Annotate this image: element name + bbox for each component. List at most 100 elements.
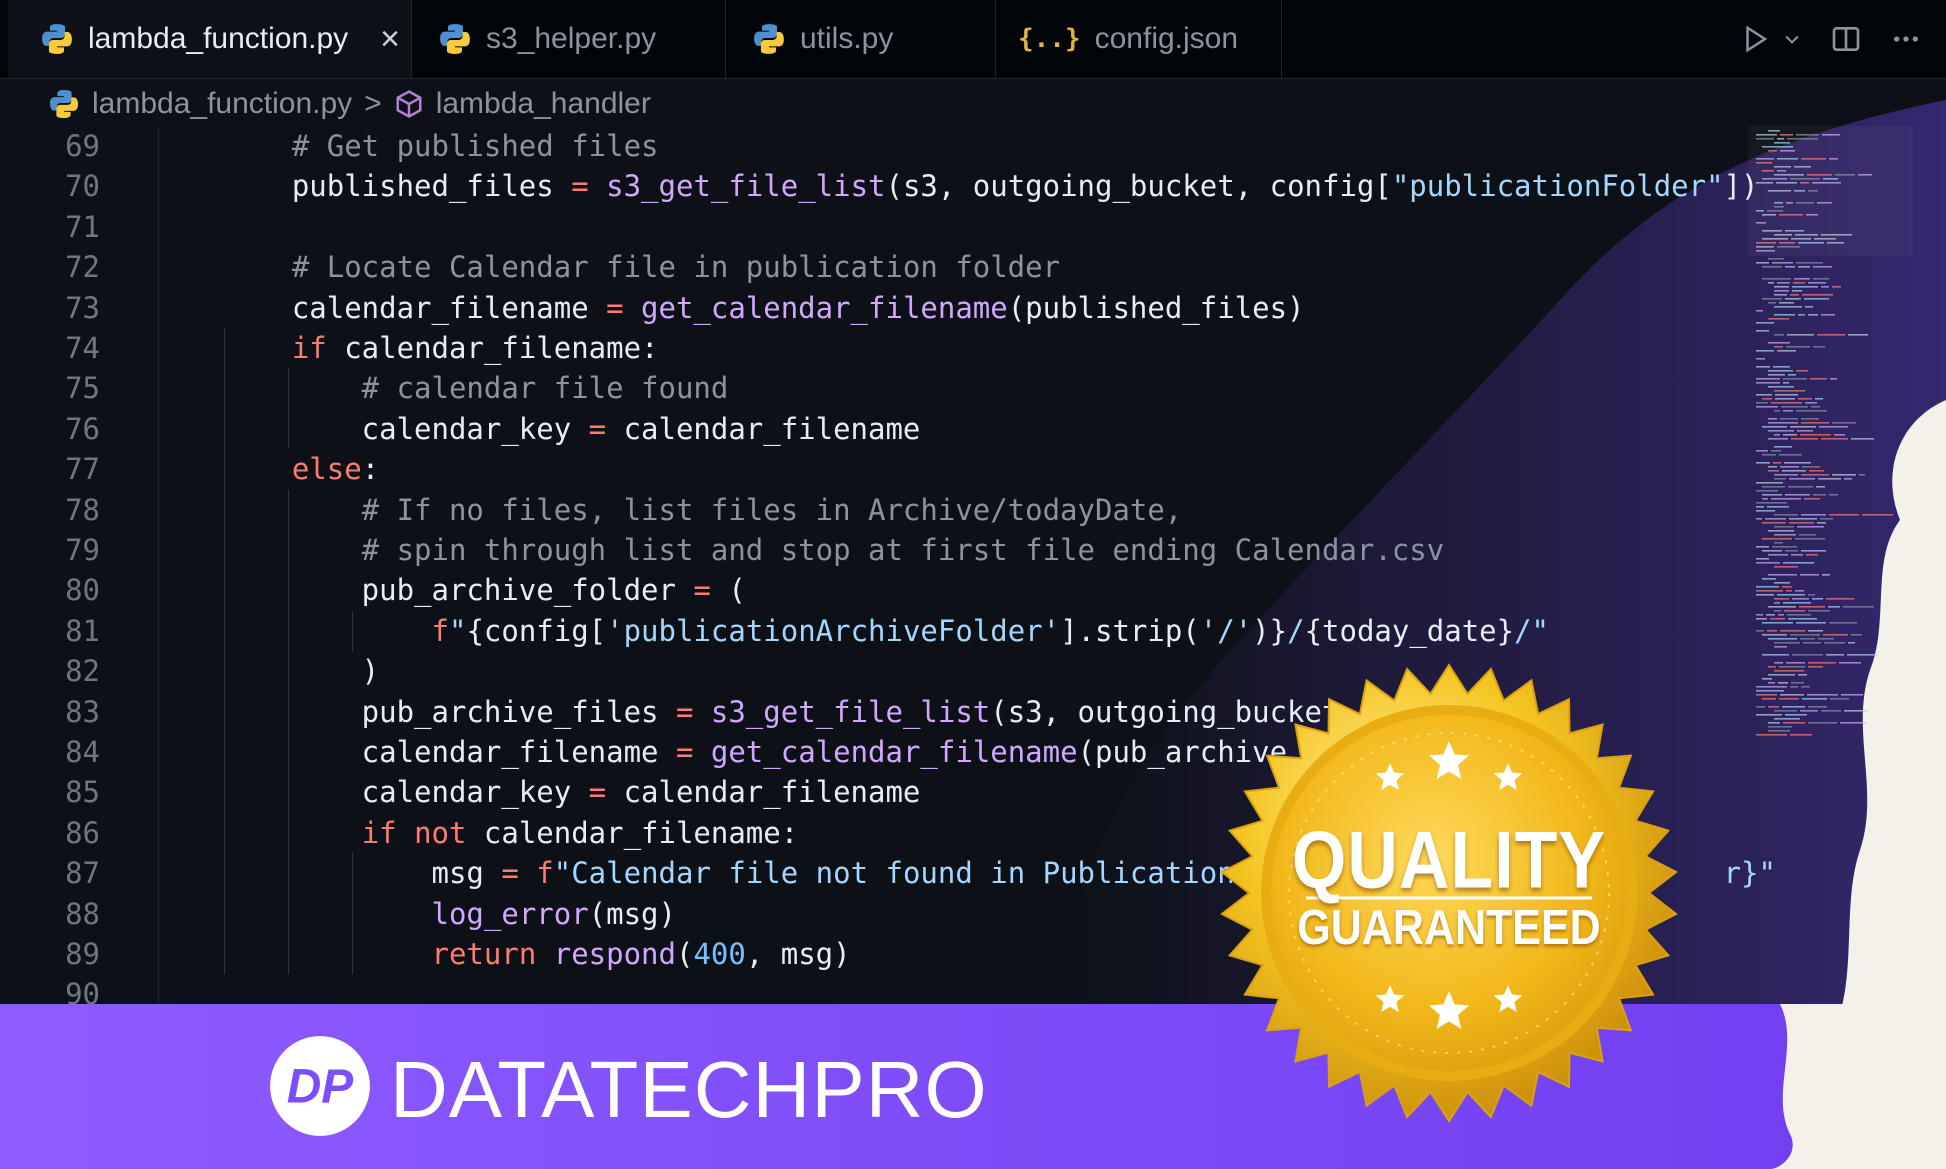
minimap-code-segment	[1790, 634, 1820, 636]
minimap-code-segment	[1768, 418, 1777, 420]
minimap-code-segment	[1756, 614, 1763, 616]
code-token: calendar_key	[222, 775, 589, 810]
minimap-code-segment	[1824, 642, 1845, 644]
minimap-code-segment	[1834, 434, 1845, 436]
code-token: =	[501, 856, 519, 891]
minimap-code-segment	[1841, 694, 1863, 696]
chevron-down-icon[interactable]	[1782, 29, 1802, 49]
code-line[interactable]: 71	[0, 207, 100, 247]
minimap-code-segment	[1801, 418, 1819, 420]
minimap-code-segment	[1779, 666, 1805, 668]
close-icon[interactable]: ×	[380, 20, 400, 59]
line-number: 71	[65, 209, 100, 244]
split-editor-icon[interactable]	[1830, 23, 1862, 55]
minimap-code-segment	[1822, 574, 1830, 576]
code-line[interactable]: 85 calendar_key = calendar_filename	[0, 772, 920, 812]
more-icon[interactable]	[1890, 23, 1922, 55]
minimap-code-segment	[1807, 694, 1838, 696]
minimap-code-segment	[1804, 498, 1820, 500]
code-text: log_error(msg)	[222, 897, 676, 931]
minimap-code-segment	[1801, 514, 1826, 516]
code-token: (s3, outgoing_bucket, config[	[885, 169, 1392, 204]
line-number: 75	[65, 371, 100, 406]
minimap-code-segment	[1821, 710, 1841, 712]
minimap-code-segment	[1774, 478, 1786, 480]
minimap-code-segment	[1829, 622, 1857, 624]
minimap-code-segment	[1774, 306, 1802, 308]
code-line[interactable]: 75 # calendar file found	[0, 368, 728, 408]
minimap-code-segment	[1762, 550, 1782, 552]
minimap-code-segment	[1762, 266, 1782, 268]
minimap[interactable]	[1748, 126, 1913, 746]
brand-name: DATATECHPRO	[390, 1045, 988, 1134]
code-line[interactable]: 74 if calendar_filename:	[0, 328, 658, 368]
code-line[interactable]: 84 calendar_filename = get_calendar_file…	[0, 732, 1409, 772]
minimap-code-segment	[1808, 662, 1836, 664]
code-line[interactable]: 83 pub_archive_files = s3_get_file_list(…	[0, 692, 1479, 732]
minimap-code-segment	[1756, 450, 1768, 452]
minimap-code-segment	[1785, 550, 1798, 552]
minimap-code-segment	[1829, 514, 1859, 516]
code-line[interactable]: 80 pub_archive_folder = (	[0, 570, 746, 610]
code-token: s3_get_file_list	[606, 169, 886, 204]
minimap-code-segment	[1780, 694, 1804, 696]
minimap-code-segment	[1756, 490, 1778, 492]
code-line[interactable]: 81 f"{config['publicationArchiveFolder']…	[0, 611, 1549, 651]
tab-lambda-function[interactable]: lambda_function.py ×	[8, 0, 412, 78]
minimap-code-segment	[1786, 662, 1805, 664]
code-token: =	[675, 694, 694, 729]
code-line[interactable]: 89 return respond(400, msg)	[0, 934, 851, 974]
minimap-code-segment	[1762, 654, 1789, 656]
indent-guide	[288, 489, 289, 975]
minimap-code-segment	[1774, 566, 1798, 568]
minimap-code-segment	[1797, 430, 1813, 432]
breadcrumb-symbol[interactable]: lambda_handler	[436, 87, 651, 121]
minimap-code-segment	[1756, 358, 1765, 360]
code-line[interactable]: 76 calendar_key = calendar_filename	[0, 409, 920, 449]
code-line[interactable]: 77 else:	[0, 449, 379, 489]
code-token: (published_files)	[1007, 290, 1305, 325]
line-number: 85	[65, 775, 100, 810]
code-text: # Locate Calendar file in publication fo…	[222, 250, 1060, 284]
minimap-code-segment	[1791, 438, 1818, 440]
code-token: {config[	[466, 613, 607, 648]
minimap-code-segment	[1783, 382, 1789, 384]
minimap-code-segment	[1782, 586, 1792, 588]
code-line[interactable]: 78 # If no files, list files in Archive/…	[0, 490, 1182, 530]
code-token: # Locate Calendar file in publication fo…	[222, 250, 1061, 285]
minimap-code-segment	[1762, 426, 1787, 428]
json-icon: {..}	[1018, 24, 1081, 54]
minimap-code-segment	[1774, 718, 1800, 720]
run-icon[interactable]	[1740, 24, 1770, 54]
code-line[interactable]: 73 calendar_filename = get_calendar_file…	[0, 288, 1304, 328]
tab-s3-helper[interactable]: s3_helper.py	[412, 0, 726, 78]
minimap-code-segment	[1808, 314, 1818, 316]
minimap-code-segment	[1756, 382, 1780, 384]
minimap-code-segment	[1780, 466, 1799, 468]
code-line[interactable]: 72 # Locate Calendar file in publication…	[0, 247, 1060, 287]
minimap-code-segment	[1804, 298, 1829, 300]
symbol-method-icon	[396, 90, 422, 118]
code-line[interactable]: 88 log_error(msg)	[0, 894, 676, 934]
line-number: 74	[65, 331, 100, 365]
minimap-code-segment	[1773, 366, 1790, 368]
minimap-code-segment	[1806, 554, 1818, 556]
code-line[interactable]: 82 )	[0, 651, 379, 691]
code-line[interactable]: 86 if not calendar_filename:	[0, 813, 798, 853]
code-line[interactable]: 79 # spin through list and stop at first…	[0, 530, 1444, 570]
code-line[interactable]: 87 msg = f"Calendar file not found in Pu…	[0, 853, 1776, 893]
minimap-code-segment	[1797, 526, 1824, 528]
tab-utils[interactable]: utils.py	[726, 0, 996, 78]
minimap-code-segment	[1756, 686, 1787, 688]
breadcrumb-file[interactable]: lambda_function.py	[92, 87, 352, 121]
minimap-code-segment	[1830, 698, 1849, 700]
code-line[interactable]: 70 published_files = s3_get_file_list(s3…	[0, 166, 1758, 206]
minimap-code-segment	[1788, 486, 1813, 488]
tab-config-json[interactable]: {..} config.json	[996, 0, 1282, 78]
minimap-code-segment	[1774, 710, 1797, 712]
minimap-code-segment	[1756, 366, 1770, 368]
minimap-code-segment	[1801, 550, 1826, 552]
minimap-code-segment	[1828, 606, 1840, 608]
code-line[interactable]: 69 # Get published files	[0, 126, 658, 166]
